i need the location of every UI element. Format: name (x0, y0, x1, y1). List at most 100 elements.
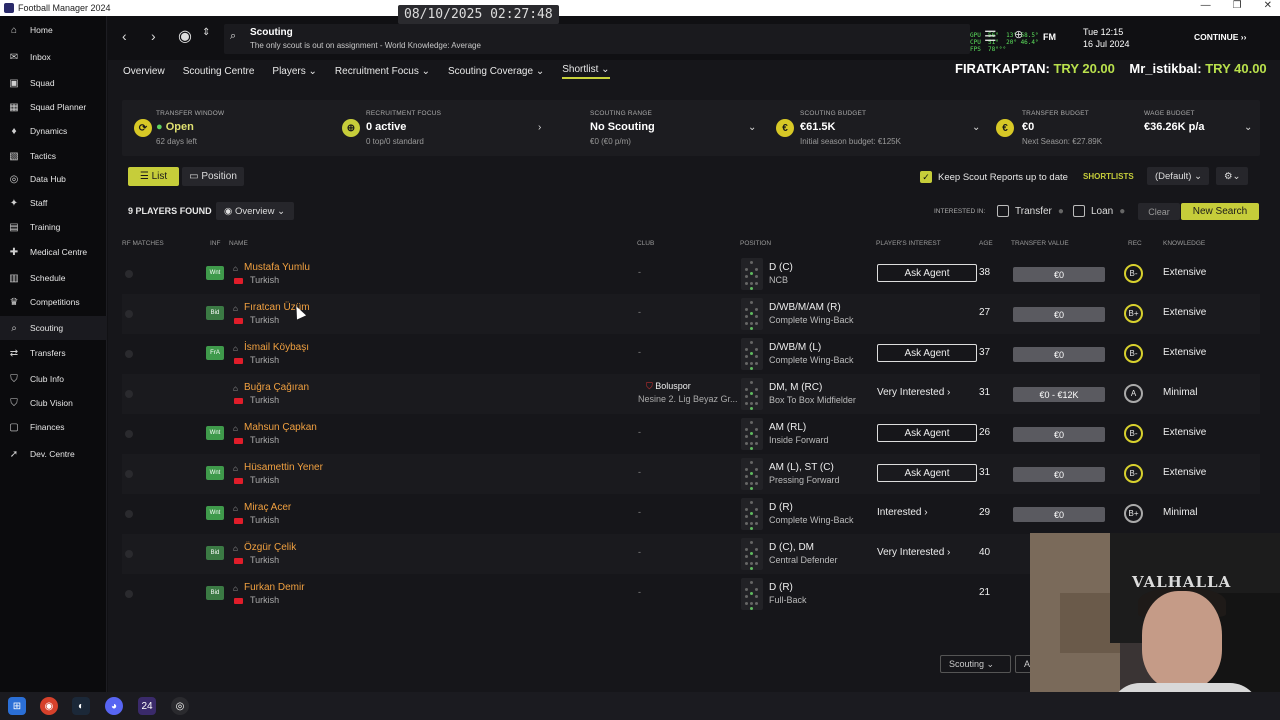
sidebar-item-squad-planner[interactable]: ▦ Squad Planner (0, 95, 107, 119)
settings-gear-icon[interactable]: ⚙⌄ (1216, 167, 1248, 185)
sidebar-item-medical-centre[interactable]: ✚ Medical Centre (0, 240, 107, 264)
recommendation-badge[interactable]: B- (1124, 424, 1143, 443)
table-row[interactable]: Wnt ⌂ Mustafa Yumlu Turkish - D (C) NCB Ask Age… (122, 254, 1260, 294)
col-name[interactable]: NAME (229, 240, 248, 247)
recommendation-badge[interactable]: B+ (1124, 304, 1143, 323)
col-transfer-value[interactable]: TRANSFER VALUE (1011, 240, 1069, 247)
recommendation-badge[interactable]: B+ (1124, 504, 1143, 523)
player-name-link[interactable]: Furkan Demir (244, 582, 305, 593)
sidebar-item-finances[interactable]: ▢ Finances (0, 415, 107, 439)
sidebar-item-schedule[interactable]: ▥ Schedule (0, 266, 107, 290)
sidebar-item-squad[interactable]: ▣ Squad (0, 71, 107, 95)
player-name-link[interactable]: Mustafa Yumlu (244, 262, 310, 273)
scouting-range-card[interactable]: SCOUTING RANGE No Scouting €0 (€0 p/m) ⌄ (584, 100, 762, 156)
new-search-button[interactable]: New Search (1181, 203, 1259, 220)
table-row[interactable]: ⌂ Buğra Çağıran Turkish ⛉ Boluspor Nesine 2.… (122, 374, 1260, 414)
minimize-button[interactable]: — (1201, 0, 1211, 11)
player-name-link[interactable]: Buğra Çağıran (244, 382, 309, 393)
wage-budget-card[interactable]: WAGE BUDGET €36.26K p/a ⌄ (1140, 100, 1258, 156)
globe-icon[interactable]: ⊕ (1014, 28, 1023, 41)
clear-button[interactable]: Clear (1138, 203, 1180, 220)
discord-icon[interactable]: ◕ (105, 697, 123, 715)
tab-players[interactable]: Players ⌄ (272, 66, 317, 77)
view-select[interactable]: ◉ Overview ⌄ (216, 202, 294, 220)
checkbox-unchecked-icon[interactable] (1073, 205, 1085, 217)
recruitment-focus-card[interactable]: ⊕ RECRUITMENT FOCUS 0 active 0 top/0 sta… (334, 100, 552, 156)
club-badge-icon[interactable]: ◉ (178, 26, 192, 46)
sidebar-item-inbox[interactable]: ✉ Inbox (0, 45, 107, 69)
sidebar-item-data-hub[interactable]: ◎ Data Hub (0, 167, 107, 191)
scouting-bottom-select[interactable]: Scouting ⌄ (940, 655, 1011, 673)
scouting-budget-card[interactable]: € SCOUTING BUDGET €61.5K Initial season … (772, 100, 987, 156)
table-row[interactable]: FrA ⌂ İsmail Köybaşı Turkish - D/WB/M (L) Comp… (122, 334, 1260, 374)
col-age[interactable]: AGE (979, 240, 993, 247)
windows-start-icon[interactable]: ⊞ (8, 697, 26, 715)
sidebar-item-tactics[interactable]: ▧ Tactics (0, 144, 107, 168)
club-switch-chevron-icon[interactable]: ⇕ (202, 27, 210, 38)
sidebar-item-competitions[interactable]: ♛ Competitions (0, 290, 107, 314)
sidebar-item-dynamics[interactable]: ♦ Dynamics (0, 119, 107, 143)
chrome-icon[interactable]: ◉ (40, 697, 58, 715)
menu-icon[interactable]: ☰ (984, 28, 997, 45)
col-inf[interactable]: INF (210, 240, 220, 247)
page-search-box[interactable]: ⌕ Scouting The only scout is out on assi… (224, 24, 970, 54)
player-name-link[interactable]: Miraç Acer (244, 502, 291, 513)
ask-agent-button[interactable]: Ask Agent (877, 264, 977, 282)
player-club-link[interactable]: ⛉ Boluspor (646, 381, 691, 392)
close-button[interactable]: ✕ (1264, 0, 1272, 11)
shortlists-label[interactable]: SHORTLISTS (1083, 172, 1134, 181)
ask-agent-button[interactable]: Ask Agent (877, 424, 977, 442)
col-rf-matches[interactable]: RF MATCHES (122, 240, 164, 247)
tab-recruitment-focus[interactable]: Recruitment Focus ⌄ (335, 66, 430, 77)
table-row[interactable]: Wnt ⌂ Miraç Acer Turkish - D (R) Complete Wing… (122, 494, 1260, 534)
col-position[interactable]: POSITION (740, 240, 771, 247)
recommendation-badge[interactable]: B- (1124, 264, 1143, 283)
table-row[interactable]: Wnt ⌂ Mahsun Çapkan Turkish - AM (RL) Inside F… (122, 414, 1260, 454)
loan-filter[interactable]: Loan ● (1073, 205, 1125, 217)
sidebar-item-club-vision[interactable]: ⛉ Club Vision (0, 391, 107, 415)
sidebar-item-staff[interactable]: ✦ Staff (0, 191, 107, 215)
tab-shortlist[interactable]: Shortlist ⌄ (562, 64, 610, 79)
fm-menu[interactable]: FM (1043, 32, 1056, 42)
player-name-link[interactable]: İsmail Köybaşı (244, 342, 309, 353)
tab-scouting-coverage[interactable]: Scouting Coverage ⌄ (448, 66, 544, 77)
recommendation-badge[interactable]: B- (1124, 464, 1143, 483)
keep-reports-toggle[interactable]: ✓ Keep Scout Reports up to date (920, 171, 1068, 183)
col-rec[interactable]: REC (1128, 240, 1142, 247)
col-club[interactable]: CLUB (637, 240, 654, 247)
tab-scouting-centre[interactable]: Scouting Centre (183, 66, 255, 77)
col-knowledge[interactable]: KNOWLEDGE (1163, 240, 1205, 247)
player-interest-link[interactable]: Very Interested › (877, 387, 950, 398)
sidebar-item-transfers[interactable]: ⇄ Transfers (0, 341, 107, 365)
sidebar-item-home[interactable]: ⌂ Home (0, 18, 107, 42)
player-interest-link[interactable]: Very Interested › (877, 547, 950, 558)
continue-button[interactable]: CONTINUE ›› (1194, 32, 1246, 42)
back-arrow-icon[interactable]: ‹ (122, 28, 127, 44)
player-name-link[interactable]: Özgür Çelik (244, 542, 296, 553)
sidebar-item-scouting[interactable]: ⌕ Scouting (0, 316, 107, 340)
ask-agent-button[interactable]: Ask Agent (877, 464, 977, 482)
checkbox-unchecked-icon[interactable] (997, 205, 1009, 217)
checkbox-checked-icon[interactable]: ✓ (920, 171, 932, 183)
recommendation-badge[interactable]: B- (1124, 344, 1143, 363)
sidebar-item-dev-centre[interactable]: ➚ Dev. Centre (0, 442, 107, 466)
table-row[interactable]: Wnt ⌂ Hüsamettin Yener Turkish - AM (L), ST (… (122, 454, 1260, 494)
ask-agent-button[interactable]: Ask Agent (877, 344, 977, 362)
list-view-button[interactable]: ☰ List (128, 167, 179, 186)
position-view-button[interactable]: ▭ Position (182, 167, 244, 186)
sidebar-item-club-info[interactable]: ⛉ Club Info (0, 367, 107, 391)
col-player-interest[interactable]: PLAYER'S INTEREST (876, 240, 941, 247)
player-name-link[interactable]: Mahsun Çapkan (244, 422, 317, 433)
tab-overview[interactable]: Overview (123, 66, 165, 77)
player-name-link[interactable]: Hüsamettin Yener (244, 462, 323, 473)
recommendation-badge[interactable]: A (1124, 384, 1143, 403)
shortlist-select[interactable]: (Default) ⌄ (1147, 167, 1209, 185)
table-row[interactable]: Bid ⌂ Fıratcan Üzüm Turkish - D/WB/M/AM (R) Co… (122, 294, 1260, 334)
steam-icon[interactable]: ◐ (72, 697, 90, 715)
obs-icon[interactable]: ◎ (171, 697, 189, 715)
sidebar-item-training[interactable]: ▤ Training (0, 215, 107, 239)
player-interest-link[interactable]: Interested › (877, 507, 928, 518)
fm24-taskbar-icon[interactable]: 24 (138, 697, 156, 715)
transfer-filter[interactable]: Transfer ● (997, 205, 1064, 217)
maximize-button[interactable]: ❐ (1233, 0, 1242, 11)
